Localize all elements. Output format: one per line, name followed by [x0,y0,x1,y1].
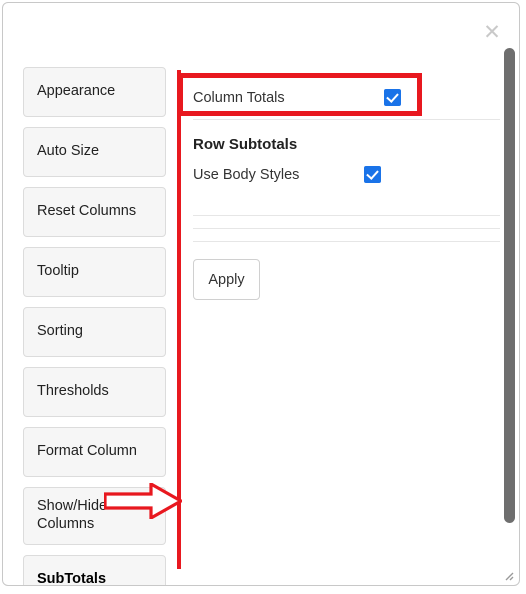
column-settings-dialog: ✕ Appearance Auto Size Reset Columns Too… [2,2,520,586]
sidebar-item-format-column[interactable]: Format Column [23,427,166,477]
sidebar-item-label: Appearance [37,83,116,100]
resize-grip-icon[interactable] [501,568,514,581]
sidebar-item-label: Sorting [37,323,83,340]
apply-button[interactable]: Apply [193,259,260,300]
column-totals-checkbox[interactable] [383,89,401,106]
annotation-vertical-line [177,70,181,569]
sidebar-item-label: Thresholds [37,383,109,400]
sidebar-item-auto-size[interactable]: Auto Size [23,127,166,177]
sidebar-item-thresholds[interactable]: Thresholds [23,367,166,417]
row-subtotals-heading: Row Subtotals [193,136,298,153]
divider [193,119,500,120]
sidebar-item-label: Reset Columns [37,203,137,220]
sidebar-item-label: Show/Hide Columns [37,498,108,532]
sidebar-item-tooltip[interactable]: Tooltip [23,247,166,297]
sidebar-item-reset-columns[interactable]: Reset Columns [23,187,166,237]
sidebar-item-label: SubTotals [37,571,107,586]
close-icon[interactable]: ✕ [481,21,503,43]
use-body-styles-checkbox[interactable] [364,166,382,183]
subtotals-settings-panel: Column Totals Row Subtotals Use Body Sty… [193,76,501,300]
sidebar-item-show-hide-columns[interactable]: Show/Hide Columns [23,487,166,545]
settings-sidebar: Appearance Auto Size Reset Columns Toolt… [23,67,166,586]
use-body-styles-label: Use Body Styles [193,166,300,183]
sidebar-item-appearance[interactable]: Appearance [23,67,166,117]
divider [193,241,500,242]
sidebar-item-label: Auto Size [37,143,100,160]
column-totals-row: Column Totals [193,76,501,119]
sidebar-item-label: Format Column [37,443,137,460]
column-totals-label: Column Totals [193,89,285,106]
divider [193,228,500,229]
sidebar-item-label: Tooltip [37,263,79,280]
divider [193,215,500,216]
scrollbar-thumb[interactable] [504,48,515,523]
use-body-styles-row: Use Body Styles [193,153,501,196]
sidebar-item-sorting[interactable]: Sorting [23,307,166,357]
sidebar-item-subtotals[interactable]: SubTotals [23,555,166,586]
empty-rows-group [193,215,501,242]
